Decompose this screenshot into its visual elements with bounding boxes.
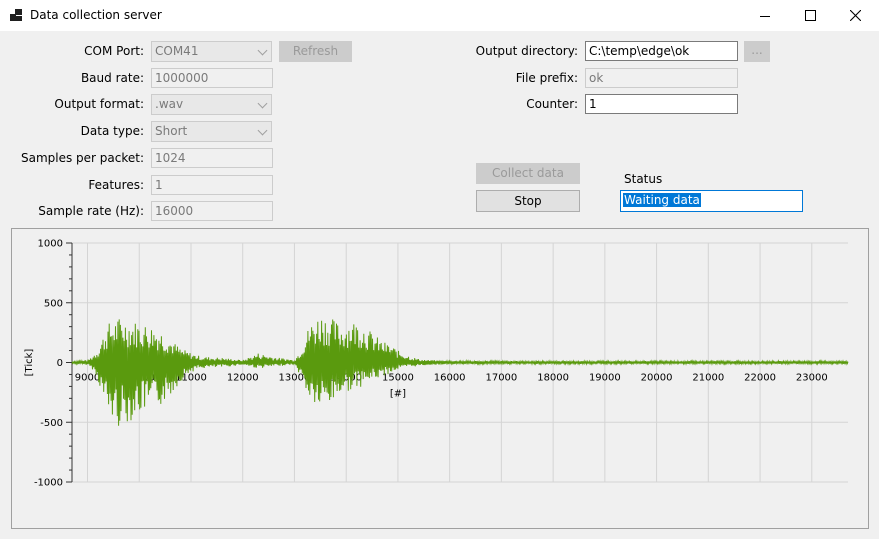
baud-rate-field[interactable]: 1000000 xyxy=(151,68,273,88)
app-icon xyxy=(10,9,22,21)
x-tick-label: 17000 xyxy=(485,373,517,384)
y-tick-label: 500 xyxy=(44,298,63,309)
chart-panel: 9000 10000 11000 12000 13000 14000 15000 16000 1… xyxy=(11,228,869,529)
x-tick-label: 20000 xyxy=(641,373,673,384)
x-axis-label: [#] xyxy=(390,389,406,400)
chevron-down-icon xyxy=(257,45,268,56)
baud-rate-label: Baud rate: xyxy=(80,71,144,85)
features-label: Features: xyxy=(88,178,144,192)
y-tick-label: 1000 xyxy=(38,239,63,250)
file-prefix-label: File prefix: xyxy=(515,71,578,85)
browse-button[interactable]: ... xyxy=(744,41,770,62)
output-format-label: Output format: xyxy=(54,97,144,111)
output-format-value: .wav xyxy=(155,97,184,111)
data-type-value: Short xyxy=(155,124,188,138)
x-tick-label: 22000 xyxy=(744,373,776,384)
file-prefix-field[interactable]: ok xyxy=(585,68,738,88)
com-port-select[interactable]: COM41 xyxy=(151,41,272,62)
counter-field[interactable]: 1 xyxy=(585,94,738,114)
title-bar: Data collection server xyxy=(0,0,879,31)
status-label: Status xyxy=(624,172,663,186)
data-type-select[interactable]: Short xyxy=(151,121,272,142)
chevron-down-icon xyxy=(257,98,268,109)
x-tick-label: 15000 xyxy=(382,373,414,384)
y-tick-label: 0 xyxy=(57,358,63,369)
maximize-icon xyxy=(804,10,816,21)
y-tick-label: -500 xyxy=(40,418,63,429)
com-port-label: COM Port: xyxy=(84,44,144,58)
output-directory-field[interactable]: C:\temp\edge\ok xyxy=(585,41,738,61)
output-directory-label: Output directory: xyxy=(475,44,578,58)
close-button[interactable] xyxy=(832,0,878,31)
data-type-label: Data type: xyxy=(80,124,144,138)
samples-per-packet-label: Samples per packet: xyxy=(20,151,144,165)
com-port-value: COM41 xyxy=(155,44,199,58)
chevron-down-icon xyxy=(257,125,268,136)
y-tick-label: -1000 xyxy=(34,478,63,489)
status-field[interactable]: Waiting data xyxy=(620,190,803,212)
collect-data-button[interactable]: Collect data xyxy=(476,163,580,184)
sample-rate-field[interactable]: 16000 xyxy=(151,201,273,221)
x-tick-label: 23000 xyxy=(796,373,828,384)
x-tick-label: 21000 xyxy=(692,373,724,384)
x-tick-label: 12000 xyxy=(227,373,259,384)
sample-rate-label: Sample rate (Hz): xyxy=(38,204,144,218)
stop-button[interactable]: Stop xyxy=(476,190,580,212)
close-icon xyxy=(849,10,861,21)
x-tick-label: 19000 xyxy=(589,373,621,384)
minimize-button[interactable] xyxy=(742,0,788,31)
output-format-select[interactable]: .wav xyxy=(151,94,272,115)
x-tick-label: 16000 xyxy=(434,373,466,384)
samples-per-packet-field[interactable]: 1024 xyxy=(151,148,273,168)
x-tick-label: 18000 xyxy=(537,373,569,384)
features-field[interactable]: 1 xyxy=(151,175,273,195)
minimize-icon xyxy=(760,15,770,17)
refresh-button[interactable]: Refresh xyxy=(279,41,352,62)
maximize-button[interactable] xyxy=(787,0,833,31)
window-title: Data collection server xyxy=(30,8,162,22)
counter-label: Counter: xyxy=(526,97,578,111)
y-axis-label: [Tick] xyxy=(24,349,35,377)
waveform-chart: 9000 10000 11000 12000 13000 14000 15000 16000 1… xyxy=(24,239,849,489)
status-value: Waiting data xyxy=(623,193,701,207)
